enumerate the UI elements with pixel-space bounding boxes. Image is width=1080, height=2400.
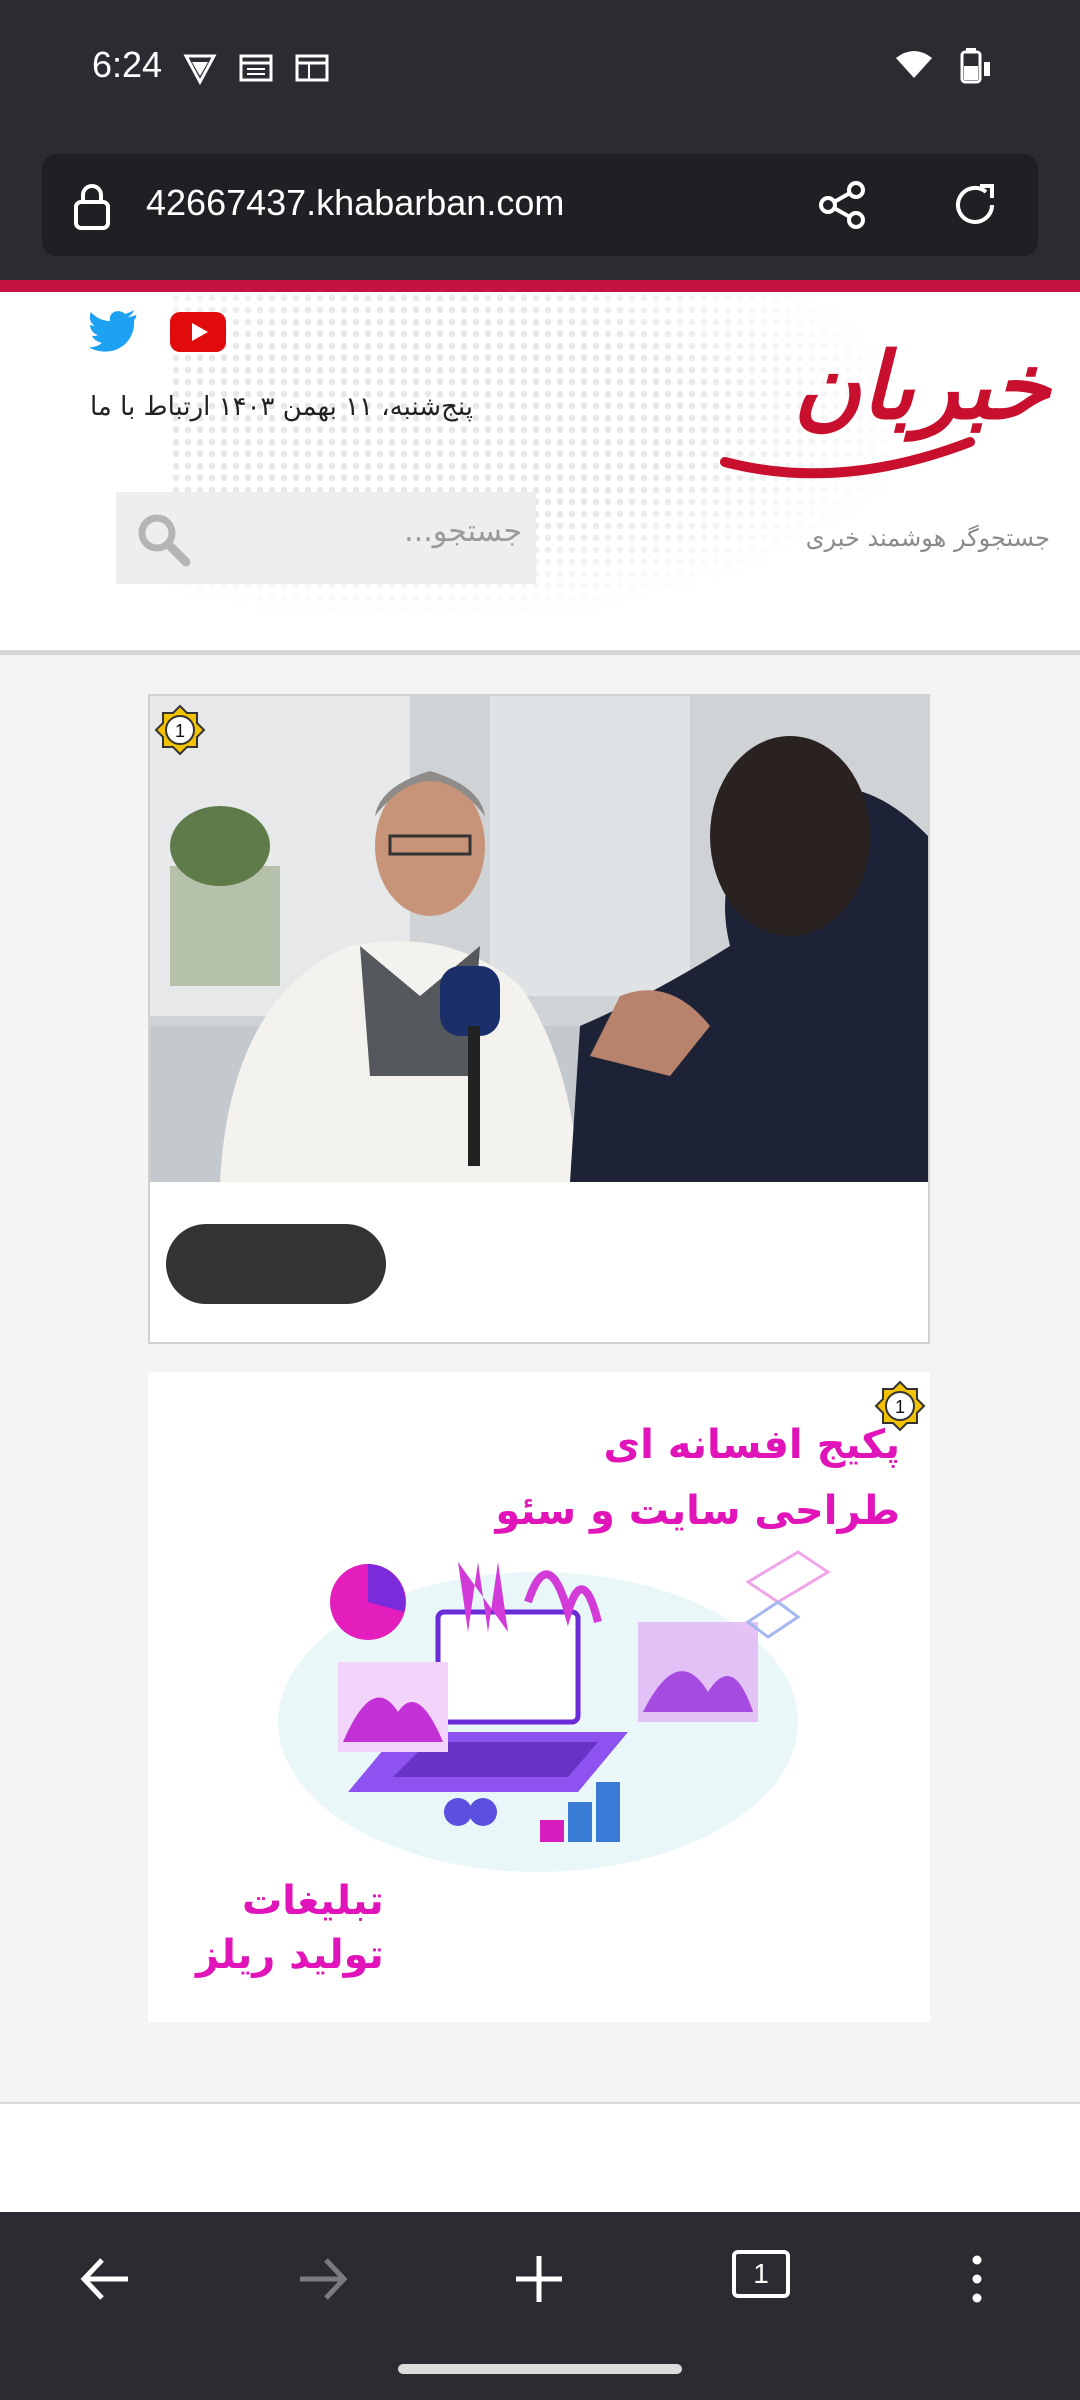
news-icon	[239, 54, 273, 82]
more-options-icon[interactable]	[950, 2252, 1004, 2306]
twitter-icon[interactable]	[90, 310, 138, 352]
notification-icons	[182, 50, 330, 86]
ad-headline-line-1: پکیج افسانه ای	[603, 1422, 900, 1468]
youtube-icon[interactable]	[170, 312, 226, 352]
status-bar: 6:24	[0, 0, 1080, 140]
content-strip	[0, 2102, 1080, 2214]
search-input[interactable]: جستجو...	[116, 492, 536, 584]
badge-number: 1	[895, 1397, 905, 1417]
ad-footer: تبلیغات تولید ریلز	[196, 1874, 384, 1982]
search-placeholder: جستجو...	[404, 514, 522, 549]
vpn-shield-icon	[183, 54, 217, 86]
status-time: 6:24	[92, 44, 163, 85]
ad-illustration	[278, 1550, 831, 1872]
tab-switcher-button[interactable]: 1	[732, 2250, 790, 2298]
ad-rank-badge-icon: 1	[154, 704, 206, 756]
brand-stripe	[0, 280, 1080, 292]
browser-toolbar: 42667437.khabarban.com	[0, 140, 1080, 280]
badge-number: 1	[175, 721, 185, 741]
ad-banner[interactable]: پکیج افسانه ای طراحی سایت و سئو تبلیغات …	[148, 1372, 930, 2022]
ad-rank-badge-icon: 1	[874, 1380, 926, 1432]
new-tab-plus-icon[interactable]	[512, 2252, 566, 2306]
home-gesture-bar[interactable]	[398, 2364, 682, 2374]
site-header: پنج‌شنبه، ۱۱ بهمن ۱۴۰۳ ارتباط با ما جستج…	[0, 292, 1080, 655]
wifi-icon	[896, 51, 932, 78]
date-and-contact[interactable]: پنج‌شنبه، ۱۱ بهمن ۱۴۰۳ ارتباط با ما	[90, 392, 473, 422]
search-icon[interactable]	[134, 510, 192, 568]
logo-swoosh	[720, 437, 975, 479]
url-text[interactable]: 42667437.khabarban.com	[146, 182, 564, 224]
logo-tagline: جستجوگر هوشمند خبری	[805, 524, 1050, 552]
news-card[interactable]: 1	[148, 694, 930, 1344]
news-title-placeholder[interactable]	[166, 1224, 386, 1304]
lock-icon	[74, 184, 110, 230]
news-icon-2	[295, 54, 329, 82]
share-icon[interactable]	[816, 178, 870, 232]
news-photo[interactable]	[150, 696, 928, 1182]
address-bar[interactable]: 42667437.khabarban.com	[42, 154, 1038, 256]
back-arrow-icon[interactable]	[78, 2252, 132, 2306]
reload-icon[interactable]	[948, 178, 1002, 232]
ad-footer-line-1: تبلیغات	[241, 1878, 384, 1924]
site-logo[interactable]: خبربان	[720, 332, 1050, 482]
ad-footer-line-2: تولید ریلز	[196, 1932, 384, 1978]
battery-charging-icon	[960, 48, 990, 84]
system-icons	[894, 46, 992, 86]
forward-arrow-icon[interactable]	[296, 2252, 350, 2306]
